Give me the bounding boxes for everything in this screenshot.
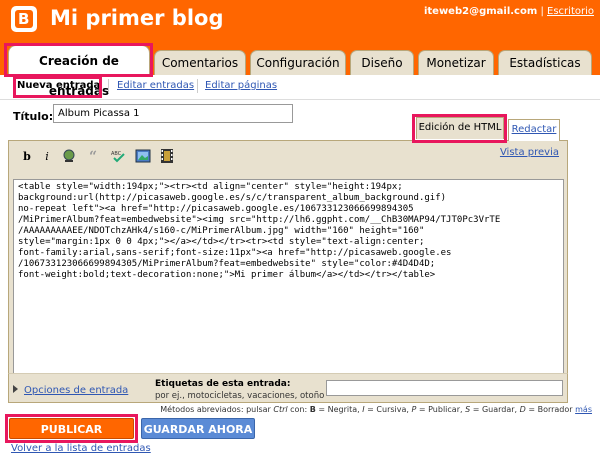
user-email: iteweb2@gmail.com: [423, 6, 538, 17]
keyboard-shortcuts-hint: Métodos abreviados: pulsar Ctrl con: B =…: [160, 405, 592, 414]
user-separator: |: [540, 6, 544, 17]
preview-link[interactable]: Vista previa: [500, 147, 559, 158]
post-options-bar: Opciones de entrada Etiquetas de esta en…: [8, 373, 568, 403]
post-title-input[interactable]: [53, 104, 293, 123]
tab-highlight: [4, 43, 153, 77]
expand-arrow-icon: [13, 385, 18, 393]
html-tab-highlight: [412, 114, 507, 143]
font-color-icon[interactable]: [61, 149, 77, 165]
blogger-logo-icon[interactable]: B: [11, 6, 37, 32]
publish-highlight: [5, 414, 138, 443]
subnav-edit-posts[interactable]: Editar entradas: [117, 80, 194, 91]
subnav-edit-pages[interactable]: Editar páginas: [205, 80, 277, 91]
blog-title: Mi primer blog: [50, 6, 224, 30]
post-options-toggle[interactable]: Opciones de entrada: [13, 385, 128, 396]
subnav-highlight: [13, 76, 102, 98]
post-editor: b i “ ABC Vista previa <table style="wid…: [8, 140, 568, 402]
back-to-posts-link[interactable]: Volver a la lista de entradas: [11, 443, 151, 454]
quote-icon[interactable]: “: [87, 149, 103, 165]
tab-comments[interactable]: Comentarios: [154, 50, 246, 75]
video-icon[interactable]: [159, 149, 175, 165]
blogger-header: B Mi primer blog iteweb2@gmail.com | Esc…: [0, 0, 600, 45]
tab-settings[interactable]: Configuración: [250, 50, 346, 75]
html-code-textarea[interactable]: <table style="width:194px;"><tr><td alig…: [13, 179, 564, 395]
tab-compose[interactable]: Redactar: [508, 119, 560, 141]
tab-monetize[interactable]: Monetizar: [418, 50, 494, 75]
user-info: iteweb2@gmail.com | Escritorio: [424, 6, 594, 17]
save-now-button[interactable]: GUARDAR AHORA: [141, 418, 255, 439]
labels-title: Etiquetas de esta entrada:: [155, 379, 291, 389]
spellcheck-icon[interactable]: ABC: [111, 149, 127, 165]
tab-stats[interactable]: Estadísticas: [498, 50, 592, 75]
post-title-label: Título:: [13, 110, 54, 123]
svg-text:“: “: [89, 149, 97, 163]
tab-design[interactable]: Diseño: [350, 50, 414, 75]
labels-hint: por ej., motocicletas, vacaciones, otoño: [155, 391, 325, 401]
svg-text:ABC: ABC: [111, 151, 122, 157]
logo-letter: B: [18, 10, 30, 28]
shortcuts-more-link[interactable]: más: [575, 405, 592, 414]
bold-icon[interactable]: b: [19, 149, 35, 165]
labels-input[interactable]: [326, 380, 563, 396]
dashboard-link[interactable]: Escritorio: [547, 6, 594, 17]
italic-icon[interactable]: i: [39, 149, 55, 165]
image-icon[interactable]: [135, 149, 151, 165]
